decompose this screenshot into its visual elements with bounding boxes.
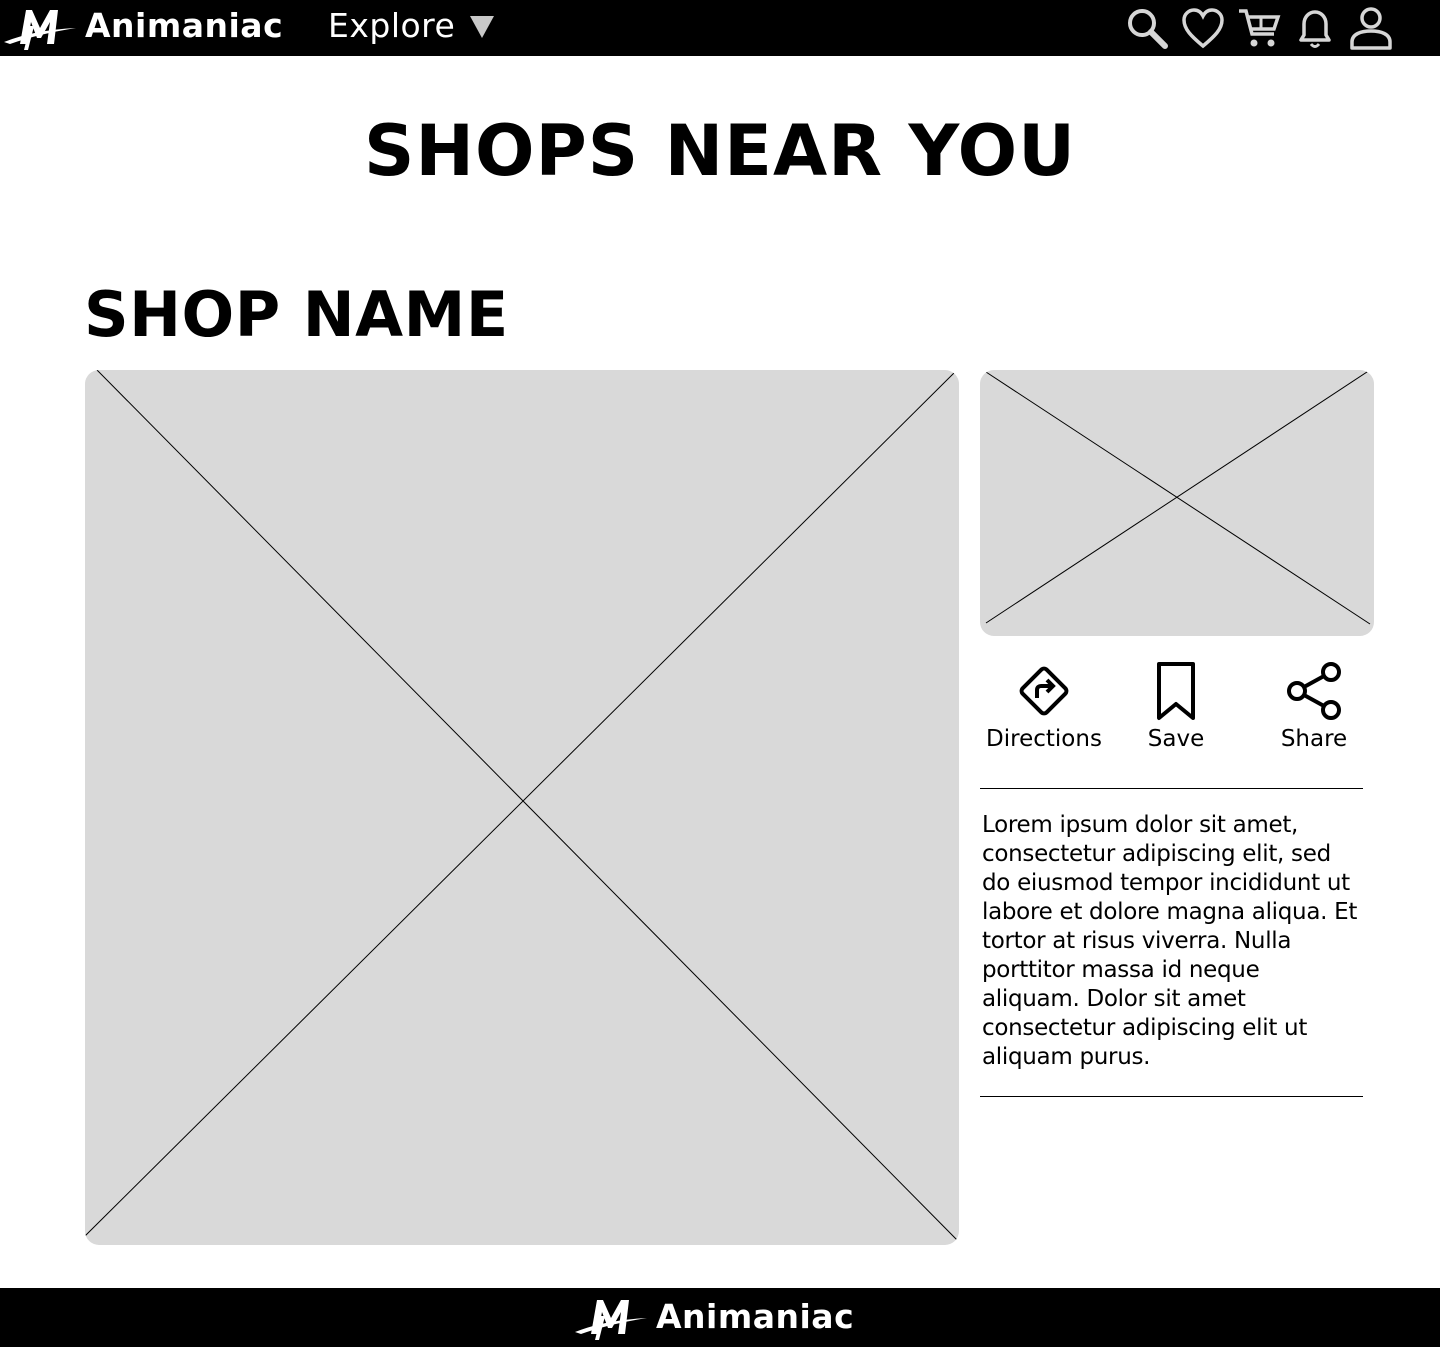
image-placeholder-icon — [85, 370, 959, 1243]
shop-description: Lorem ipsum dolor sit amet, consectetur … — [982, 812, 1358, 1070]
bookmark-icon — [1145, 660, 1207, 722]
footer-bar: Animaniac — [0, 1288, 1440, 1347]
divider — [980, 1096, 1363, 1097]
shop-secondary-image — [980, 370, 1374, 636]
header-icon-group — [1124, 4, 1394, 52]
image-placeholder-icon — [985, 370, 1371, 625]
save-label: Save — [1147, 726, 1205, 752]
top-nav-bar: Animaniac Explore — [0, 0, 1440, 56]
page-title: SHOPS NEAR YOU — [364, 110, 1076, 192]
directions-button[interactable]: Directions — [980, 660, 1108, 754]
divider — [980, 788, 1363, 789]
heart-icon[interactable] — [1180, 5, 1226, 51]
directions-label: Directions — [986, 726, 1102, 752]
shop-main-image — [85, 370, 959, 1245]
caret-down-icon — [470, 16, 495, 38]
footer-brand-name[interactable]: Animaniac — [656, 1296, 854, 1338]
save-button[interactable]: Save — [1128, 660, 1224, 754]
user-icon[interactable] — [1348, 5, 1394, 51]
bell-icon[interactable] — [1292, 5, 1338, 51]
animaniac-logo-icon — [575, 1300, 647, 1340]
explore-dropdown[interactable]: Explore — [328, 5, 495, 47]
animaniac-logo-icon — [4, 10, 76, 50]
directions-icon — [1013, 660, 1075, 722]
search-icon[interactable] — [1124, 5, 1170, 51]
shop-actions: Directions Save Share — [980, 660, 1374, 760]
brand-name: Animaniac — [85, 6, 284, 45]
shop-name: SHOP NAME — [84, 278, 509, 351]
cart-icon[interactable] — [1236, 5, 1282, 51]
explore-label: Explore — [328, 6, 456, 45]
share-button[interactable]: Share — [1266, 660, 1362, 754]
share-icon — [1283, 660, 1345, 722]
share-label: Share — [1280, 726, 1348, 752]
